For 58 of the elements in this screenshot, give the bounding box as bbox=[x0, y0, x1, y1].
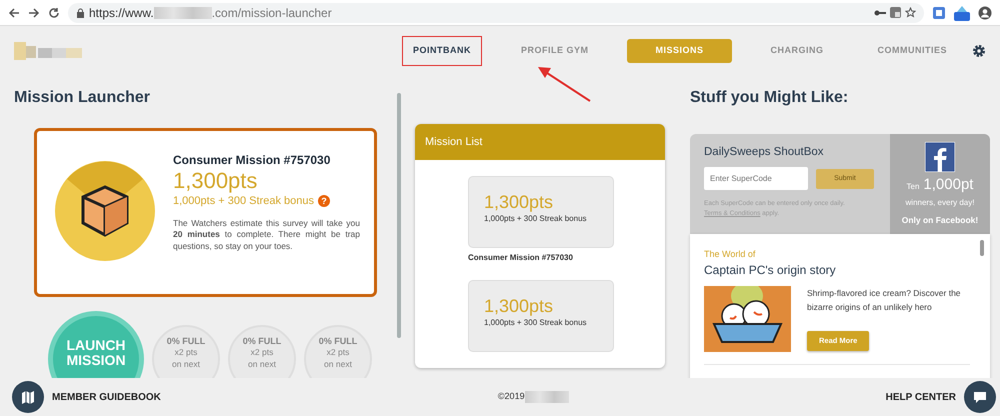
nav-tab[interactable]: POINTBANK bbox=[402, 36, 482, 66]
guidebook-link[interactable]: MEMBER GUIDEBOOK bbox=[52, 390, 161, 404]
launch-mission-button[interactable]: LAUNCH MISSION bbox=[48, 311, 144, 378]
facebook-icon bbox=[925, 142, 955, 172]
article-kicker: The World of bbox=[704, 248, 756, 261]
article-title: Captain PC's origin story bbox=[704, 262, 837, 278]
redacted-text bbox=[154, 6, 212, 18]
reload-icon[interactable] bbox=[48, 6, 60, 18]
nav-tab[interactable]: CHARGING bbox=[756, 39, 838, 63]
annotation-arrow bbox=[536, 66, 592, 102]
scrollbar[interactable] bbox=[397, 93, 401, 338]
scrollbar[interactable] bbox=[980, 240, 984, 256]
facebook-text: winners, every day! bbox=[906, 196, 974, 208]
nav-tab[interactable]: MISSIONS bbox=[627, 39, 732, 63]
key-icon[interactable] bbox=[874, 8, 886, 16]
mission-item[interactable]: 1,300pts 1,000pts + 300 Streak bonus bbox=[468, 280, 614, 352]
extension-icon[interactable] bbox=[954, 4, 970, 20]
mystery-box-icon bbox=[53, 159, 157, 263]
mission-item[interactable]: 1,300pts 1,000pts + 300 Streak bonus bbox=[468, 176, 614, 248]
mission-points: 1,300pts bbox=[173, 169, 258, 194]
help-center-link[interactable]: HELP CENTER bbox=[886, 390, 956, 404]
map-icon[interactable] bbox=[22, 390, 34, 404]
copyright-text: ©2019 bbox=[498, 390, 525, 404]
shoutbox-title: DailySweeps ShoutBox bbox=[704, 145, 825, 160]
facebook-text: Ten bbox=[906, 181, 920, 193]
points-breakdown: 1,000pts + 300 Streak bonus bbox=[484, 212, 588, 225]
section-title: Stuff you Might Like: bbox=[690, 88, 850, 108]
translate-icon[interactable] bbox=[890, 7, 901, 18]
url-text: https://www. .com/mission-launcher bbox=[89, 4, 332, 22]
section-title: Mission Launcher bbox=[14, 88, 152, 108]
help-button[interactable]: ? bbox=[318, 195, 330, 208]
mission-points: 1,300pts bbox=[484, 297, 554, 317]
booster-meter: 0% FULL x2 pts on next bbox=[304, 325, 372, 378]
settings-icon[interactable] bbox=[972, 44, 986, 58]
mission-name: Consumer Mission #757030 bbox=[468, 252, 574, 264]
nav-tab[interactable]: COMMUNITIES bbox=[862, 39, 962, 63]
profile-icon[interactable] bbox=[978, 6, 992, 20]
mission-points: 1,300pts bbox=[484, 193, 554, 213]
redacted-text bbox=[524, 391, 569, 403]
mission-list-title: Mission List bbox=[425, 134, 482, 150]
supercode-field[interactable]: Enter SuperCode bbox=[704, 167, 808, 190]
points-breakdown: 1,000pts + 300 Streak bonus bbox=[173, 194, 314, 210]
lock-icon bbox=[76, 8, 85, 18]
facebook-amount: 1,000pt bbox=[923, 175, 974, 195]
nav-tab[interactable]: PROFILE GYM bbox=[506, 39, 604, 63]
mission-description: The Watchers estimate this survey will take you 20 minutes to complete. There might be trap questions, so stay on your toes. bbox=[173, 218, 360, 252]
points-breakdown: 1,000pts + 300 Streak bonus bbox=[484, 316, 588, 329]
back-icon[interactable] bbox=[8, 6, 20, 18]
chat-icon[interactable] bbox=[973, 390, 987, 404]
forward-icon[interactable] bbox=[28, 6, 40, 18]
logo-icon bbox=[14, 40, 84, 62]
booster-meter: 0% FULL x2 pts on next bbox=[152, 325, 220, 378]
extension-icon[interactable] bbox=[932, 6, 946, 20]
facebook-link[interactable]: Only on Facebook! bbox=[902, 214, 978, 226]
article-text: Shrimp-flavored ice cream? Discover the bizarre origins of an unlikely hero bbox=[807, 286, 962, 314]
mission-name: Consumer Mission #757030 bbox=[173, 152, 332, 169]
star-icon[interactable] bbox=[905, 7, 916, 18]
booster-meter: 0% FULL x2 pts on next bbox=[228, 325, 296, 378]
